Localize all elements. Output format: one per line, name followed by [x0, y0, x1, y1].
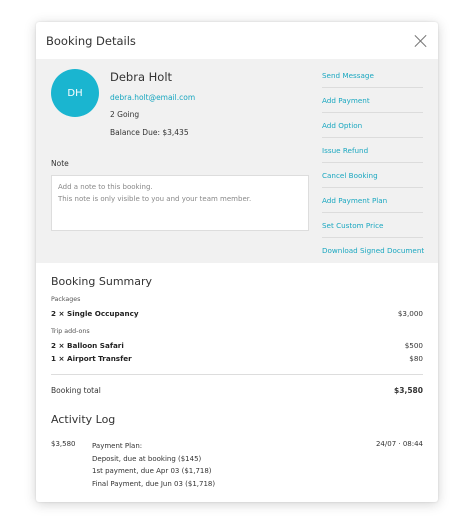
addon-line-item: 1 × Airport Transfer $80: [51, 352, 423, 365]
log-details: Payment Plan: Deposit, due at booking ($…: [92, 440, 376, 490]
guest-count: 2 Going: [110, 110, 140, 119]
download-signed-document-link[interactable]: Download Signed Document: [322, 238, 424, 263]
log-amount: $3,580: [51, 440, 76, 448]
modal-title: Booking Details: [46, 33, 136, 48]
log-line: 1st payment, due Apr 03 ($1,718): [92, 467, 212, 475]
cancel-booking-link[interactable]: Cancel Booking: [322, 163, 423, 188]
line-item-price: $500: [404, 341, 423, 350]
issue-refund-link[interactable]: Issue Refund: [322, 138, 423, 163]
line-item-name: 1 × Airport Transfer: [51, 354, 132, 363]
add-payment-link[interactable]: Add Payment: [322, 88, 423, 113]
add-payment-plan-link[interactable]: Add Payment Plan: [322, 188, 423, 213]
booking-details-modal: Booking Details DH Debra Holt debra.holt…: [36, 22, 438, 502]
balance-due: Balance Due: $3,435: [110, 128, 189, 137]
set-custom-price-link[interactable]: Set Custom Price: [322, 213, 423, 238]
customer-name: Debra Holt: [110, 70, 173, 84]
add-option-link[interactable]: Add Option: [322, 113, 423, 138]
actions-list: Send Message Add Payment Add Option Issu…: [322, 63, 424, 263]
booking-total-value: $3,580: [394, 385, 423, 395]
log-line: Deposit, due at booking ($145): [92, 454, 202, 463]
close-icon[interactable]: [414, 34, 428, 48]
customer-panel: DH Debra Holt debra.holt@email.com 2 Goi…: [36, 59, 438, 263]
line-item-price: $80: [409, 354, 423, 363]
line-item-name: 2 × Balloon Safari: [51, 341, 124, 350]
avatar: DH: [51, 69, 99, 117]
log-line: Payment Plan:: [92, 442, 143, 450]
packages-label: Packages: [51, 296, 81, 303]
send-message-link[interactable]: Send Message: [322, 63, 423, 88]
booking-total-label: Booking total: [51, 385, 101, 395]
log-timestamp: 24/07 · 08:44: [375, 440, 423, 448]
booking-summary: Booking Summary Packages 2 × Single Occu…: [36, 263, 438, 405]
log-line: Final Payment, due Jun 03 ($1,718): [92, 479, 216, 488]
package-line-item: 2 × Single Occupancy $3,000: [51, 307, 423, 320]
booking-total-row: Booking total $3,580: [51, 375, 423, 405]
addons-label: Trip add-ons: [51, 328, 90, 335]
activity-log: Activity Log $3,580 Payment Plan: Deposi…: [36, 405, 438, 490]
customer-info: Debra Holt debra.holt@email.com 2 Going …: [110, 70, 195, 137]
line-item-price: $3,000: [397, 309, 423, 318]
addon-line-item: 2 × Balloon Safari $500: [51, 339, 423, 352]
customer-email-link[interactable]: debra.holt@email.com: [110, 93, 195, 102]
note-placeholder-line-1: Add a note to this booking.: [58, 183, 153, 191]
activity-log-title: Activity Log: [51, 413, 116, 426]
activity-log-entry: $3,580 Payment Plan: Deposit, due at boo…: [51, 440, 423, 490]
note-label: Note: [51, 159, 69, 168]
modal-header: Booking Details: [36, 22, 438, 59]
note-textarea[interactable]: Add a note to this booking. This note is…: [51, 175, 309, 231]
note-placeholder-line-2: This note is only visible to you and you…: [58, 195, 252, 203]
booking-summary-title: Booking Summary: [51, 275, 153, 288]
line-item-name: 2 × Single Occupancy: [51, 309, 139, 318]
